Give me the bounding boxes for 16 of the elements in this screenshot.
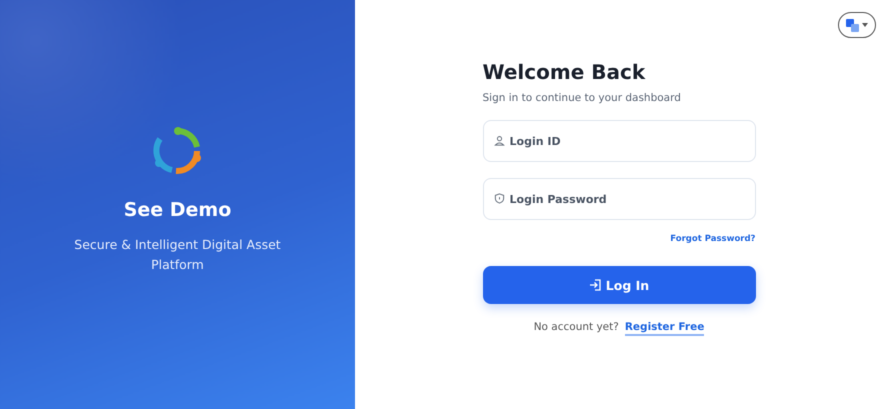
shield-icon — [494, 193, 504, 204]
subheading: Sign in to continue to your dashboard — [482, 92, 682, 104]
password-field[interactable]: Login Password — [482, 178, 756, 220]
login-button[interactable]: Log In — [482, 266, 756, 304]
translate-icon — [846, 18, 859, 32]
login-id-field[interactable]: Login ID — [482, 120, 756, 162]
register-prompt: No account yet? — [534, 321, 619, 335]
brand-name: See Demo — [124, 198, 232, 220]
login-icon — [588, 279, 601, 291]
user-icon — [494, 135, 504, 146]
brand-tagline: Secure & Intelligent Digital Asset Platform — [73, 236, 282, 274]
welcome-heading: Welcome Back — [482, 60, 646, 84]
caret-icon — [862, 23, 868, 27]
language-button[interactable] — [838, 12, 876, 38]
forgot-password-link[interactable]: Forgot Password? — [670, 234, 756, 244]
register-link[interactable]: Register Free — [624, 321, 704, 336]
